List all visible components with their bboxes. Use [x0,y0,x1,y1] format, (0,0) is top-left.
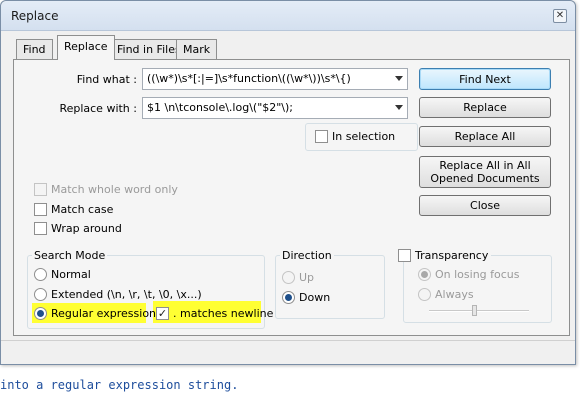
dialog-title: Replace [11,9,59,23]
find-what-label: Find what : [76,73,137,86]
chevron-down-icon[interactable] [395,76,403,81]
tab-replace[interactable]: Replace [57,35,115,60]
wrap-around-label: Wrap around [51,222,122,235]
wrap-around-checkbox[interactable]: Wrap around [34,222,122,235]
close-button[interactable]: Close [419,195,551,216]
checkbox-box[interactable] [398,249,411,262]
regex-radio[interactable]: Regular expression [34,307,156,320]
radio-circle[interactable] [282,271,295,284]
editor-text-line: into a regular expression string. [0,378,239,392]
radio-circle[interactable] [34,307,47,320]
checkbox-box[interactable] [34,222,47,235]
transparency-checkbox[interactable]: Transparency [398,249,492,262]
in-selection-label: In selection [332,130,396,143]
normal-radio[interactable]: Normal [34,268,91,281]
direction-title: Direction [280,249,334,262]
matches-newline-checkbox[interactable]: ✓ . matches newline [156,307,273,320]
match-whole-word-checkbox[interactable]: Match whole word only [34,183,178,196]
direction-group [275,255,385,319]
replace-all-opened-button[interactable]: Replace All in All Opened Documents [419,156,551,188]
on-losing-focus-radio[interactable]: On losing focus [418,268,520,281]
normal-label: Normal [51,268,91,281]
up-radio[interactable]: Up [282,271,314,284]
on-losing-focus-label: On losing focus [435,268,520,281]
replace-dialog: Replace ✕ Find Replace Find in Files Mar… [0,0,576,365]
replace-with-label: Replace with : [59,102,137,115]
find-what-value: ((\w*)\s*[:|=]\s*function\((\w*\))\s*\{) [147,72,351,85]
regex-label: Regular expression [51,307,157,320]
replace-with-input[interactable]: $1 \n\tconsole\.log\("$2"\); [142,97,408,119]
radio-circle[interactable] [418,288,431,301]
radio-circle[interactable] [282,291,295,304]
dialog-titlebar[interactable]: Replace ✕ [1,1,575,31]
checkbox-box[interactable] [315,130,328,143]
extended-radio[interactable]: Extended (\n, \r, \t, \0, \x...) [34,288,202,301]
search-mode-title: Search Mode [32,249,108,262]
extended-label: Extended (\n, \r, \t, \0, \x...) [51,288,202,301]
match-case-checkbox[interactable]: Match case [34,203,113,216]
up-label: Up [299,271,315,284]
match-case-label: Match case [51,203,114,216]
transparency-slider[interactable] [429,310,529,312]
checkbox-box[interactable] [34,183,47,196]
down-label: Down [299,291,331,304]
down-radio[interactable]: Down [282,291,330,304]
check-icon[interactable]: ✓ [156,307,169,320]
always-label: Always [435,288,474,301]
dialog-status-bar [1,340,575,364]
checkbox-box[interactable] [34,203,47,216]
radio-circle[interactable] [418,268,431,281]
always-radio[interactable]: Always [418,288,474,301]
chevron-down-icon[interactable] [395,105,403,110]
radio-circle[interactable] [34,288,47,301]
find-next-button[interactable]: Find Next [419,68,551,90]
transparency-label: Transparency [415,249,489,262]
tab-mark[interactable]: Mark [176,39,218,59]
find-what-input[interactable]: ((\w*)\s*[:|=]\s*function\((\w*\))\s*\{) [142,68,408,90]
replace-button[interactable]: Replace [419,97,551,118]
close-icon[interactable]: ✕ [553,9,567,23]
radio-circle[interactable] [34,268,47,281]
matches-newline-label: . matches newline [173,307,274,320]
tab-find[interactable]: Find [16,39,53,59]
match-whole-word-label: Match whole word only [51,183,178,196]
replace-with-value: $1 \n\tconsole\.log\("$2"\); [147,101,294,114]
in-selection-checkbox[interactable]: In selection [315,130,395,143]
replace-all-button[interactable]: Replace All [419,126,551,147]
transparency-slider-thumb[interactable] [472,305,477,316]
